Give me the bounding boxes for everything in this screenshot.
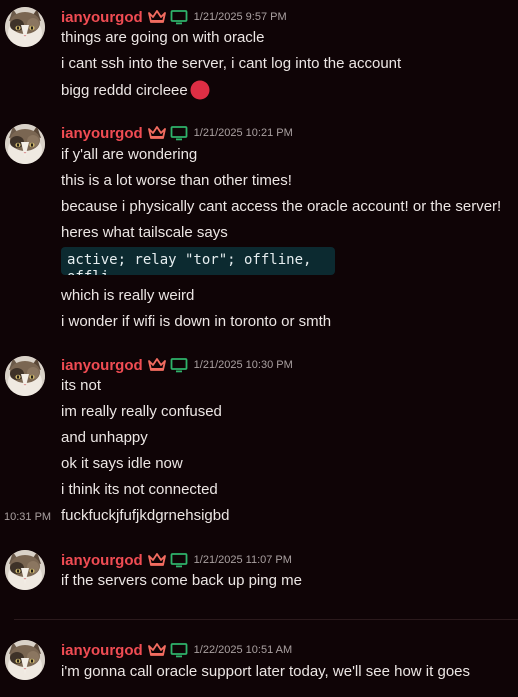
code-block[interactable]: active; relay "tor"; offline, offli [61,247,335,275]
username[interactable]: ianyourgod [61,125,143,142]
timestamp[interactable]: 1/21/2025 10:21 PM [194,127,293,139]
message-header: ianyourgod 1/21/2025 10:21 PM [61,123,293,143]
monitor-icon[interactable] [170,552,188,568]
crown-icon[interactable] [147,552,167,568]
avatar[interactable] [5,550,45,590]
message-text: bigg reddd circleee [61,80,210,101]
timestamp[interactable]: 1/22/2025 10:51 AM [194,644,292,656]
chat-messages: ianyourgod 1/21/2025 9:57 PM things are … [0,0,518,697]
code-text-overflow: offli [67,269,109,275]
monitor-icon[interactable] [170,125,188,141]
username[interactable]: ianyourgod [61,642,143,659]
username[interactable]: ianyourgod [61,552,143,569]
message-text: heres what tailscale says [61,224,228,241]
message-text: if the servers come back up ping me [61,572,302,589]
monitor-icon[interactable] [170,9,188,25]
message-text: things are going on with oracle [61,29,265,46]
avatar[interactable] [5,356,45,396]
monitor-icon[interactable] [170,642,188,658]
message-text: ok it says idle now [61,455,183,472]
message-text: im really really confused [61,403,222,420]
username[interactable]: ianyourgod [61,357,143,374]
message-text: if y'all are wondering [61,146,198,163]
username[interactable]: ianyourgod [61,9,143,26]
message-text: i think its not connected [61,481,218,498]
message-text-content: bigg reddd circleee [61,82,188,99]
divider [14,619,518,620]
message-text: and unhappy [61,429,148,446]
message-text: i wonder if wifi is down in toronto or s… [61,313,332,330]
monitor-icon[interactable] [170,357,188,373]
hover-timestamp[interactable]: 10:31 PM [4,507,51,527]
timestamp[interactable]: 1/21/2025 10:30 PM [194,359,293,371]
crown-icon[interactable] [147,357,167,373]
message-text: fuckfuckjfufjkdgrnehsigbd [61,507,230,524]
avatar[interactable] [5,7,45,47]
message-text: i cant ssh into the server, i cant log i… [61,55,402,72]
message-header: ianyourgod 1/21/2025 11:07 PM [61,550,292,570]
message-header: ianyourgod 1/22/2025 10:51 AM [61,640,292,660]
timestamp[interactable]: 1/21/2025 11:07 PM [194,554,292,566]
avatar[interactable] [5,640,45,680]
message-header: ianyourgod 1/21/2025 9:57 PM [61,7,287,27]
crown-icon[interactable] [147,9,167,25]
message-text: because i physically cant access the ora… [61,198,502,215]
crown-icon[interactable] [147,125,167,141]
message-text: which is really weird [61,287,195,304]
message-text: its not [61,377,102,394]
code-text: active; relay "tor"; offline, [67,252,312,268]
avatar[interactable] [5,124,45,164]
message-text: i'm gonna call oracle support later toda… [61,663,470,680]
red-circle-emoji-icon[interactable] [190,80,210,100]
message-text: this is a lot worse than other times! [61,172,292,189]
timestamp[interactable]: 1/21/2025 9:57 PM [194,11,287,23]
crown-icon[interactable] [147,642,167,658]
message-header: ianyourgod 1/21/2025 10:30 PM [61,355,293,375]
